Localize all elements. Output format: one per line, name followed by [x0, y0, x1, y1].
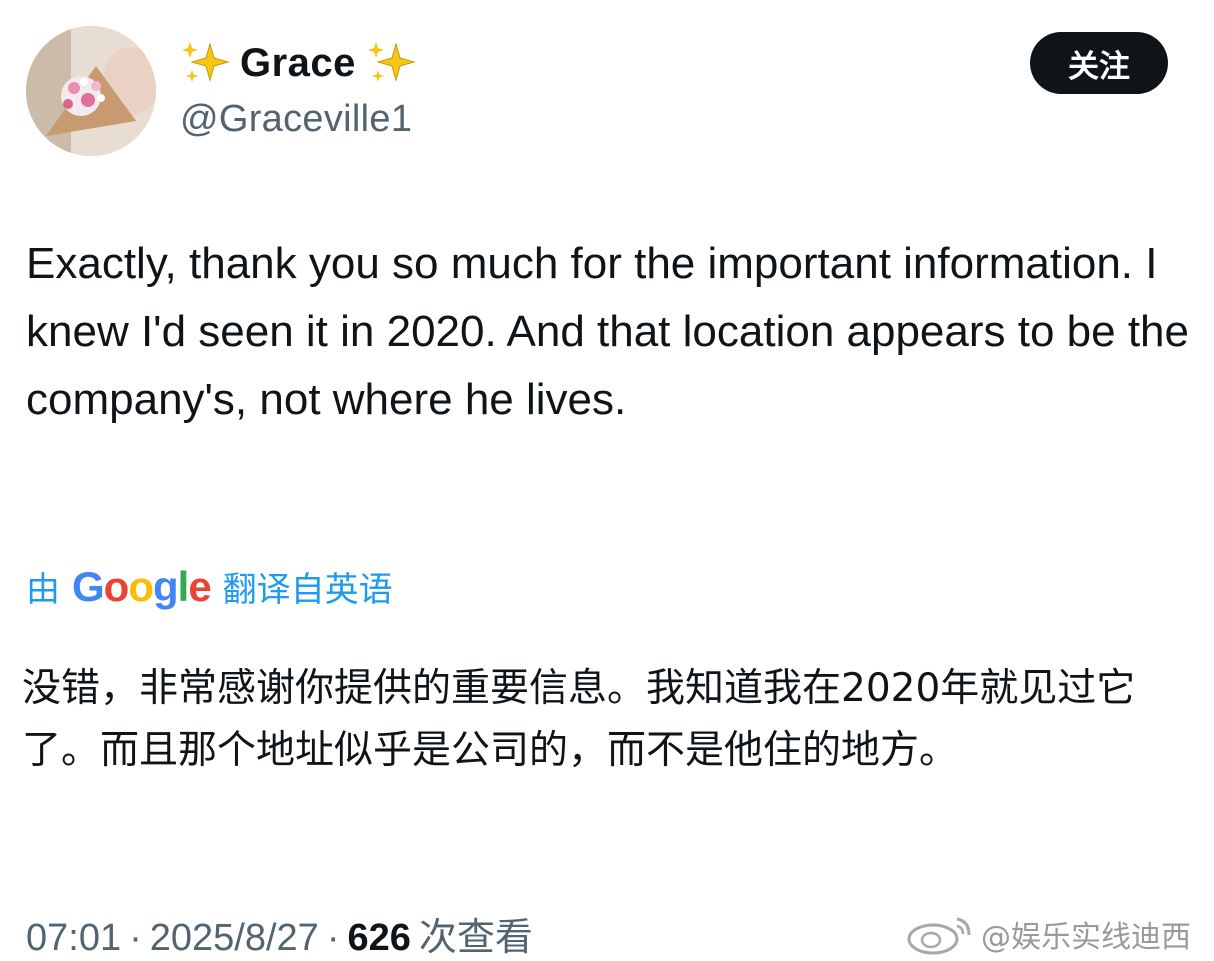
avatar-image [26, 26, 156, 156]
sparkles-icon [182, 42, 230, 82]
follow-button[interactable]: 关注 [1030, 32, 1168, 94]
avatar[interactable] [26, 26, 156, 156]
meta-separator: · [129, 917, 142, 959]
tweet-meta: 07:01 · 2025/8/27 · 626 次查看 [26, 906, 533, 961]
tweet-date[interactable]: 2025/8/27 [150, 917, 319, 960]
weibo-logo-icon [907, 917, 971, 955]
meta-separator: · [326, 917, 340, 959]
translated-by-label: 由 [26, 570, 60, 610]
watermark-text: @娱乐实线迪西 [981, 920, 1191, 955]
translation-attribution[interactable]: 由 Google 翻译自英语 [26, 562, 393, 611]
tweet-text: Exactly, thank you so much for the impor… [26, 239, 1189, 424]
view-count-label: 次查看 [418, 915, 533, 959]
display-name[interactable]: Grace [240, 41, 356, 86]
user-name-row[interactable]: Grace [180, 38, 416, 88]
watermark: @娱乐实线迪西 [905, 912, 1191, 956]
user-handle[interactable]: @Graceville1 [180, 98, 412, 141]
translated-from-label: 翻译自英语 [222, 570, 393, 610]
sparkles-icon [367, 42, 416, 82]
tweet-time[interactable]: 07:01 [26, 917, 121, 960]
view-count: 626 [347, 917, 411, 959]
google-logo: Google [72, 562, 212, 610]
translated-text: 没错，非常感谢你提供的重要信息。我知道我在2020年就见过它了。而且那个地址似乎… [22, 666, 1136, 773]
